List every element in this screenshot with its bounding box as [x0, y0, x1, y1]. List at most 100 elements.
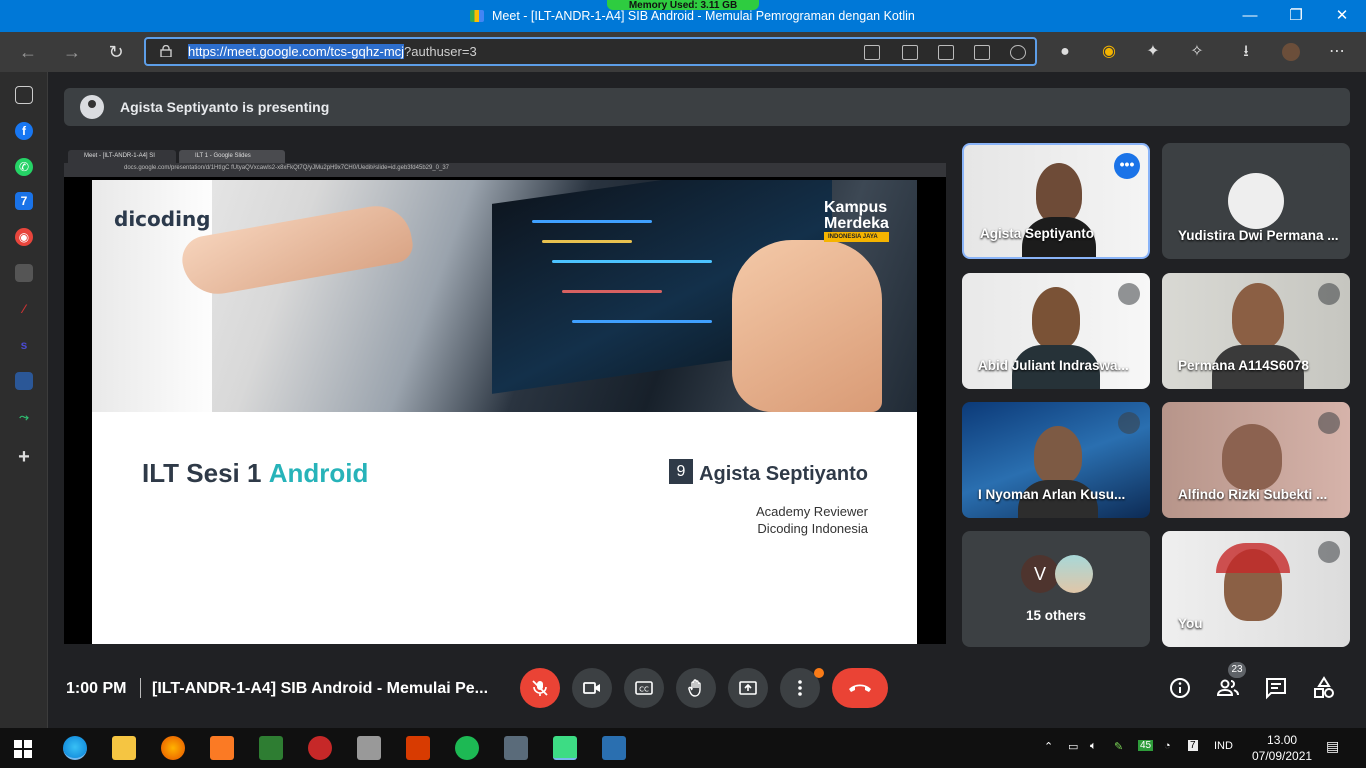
edge-icon[interactable] — [63, 736, 87, 760]
shared-address-bar: docs.google.com/presentation/d/1HtIgC fU… — [64, 163, 946, 177]
participant-tile[interactable]: Alfindo Rizki Subekti ... — [1162, 402, 1350, 518]
leave-call-button[interactable] — [832, 668, 888, 708]
file-explorer-icon[interactable] — [112, 736, 136, 760]
people-icon[interactable] — [1216, 676, 1240, 700]
record-icon[interactable]: ◉ — [15, 228, 33, 246]
app-icon[interactable] — [15, 264, 33, 282]
reload-icon[interactable]: ↻ — [104, 40, 128, 64]
paint-icon[interactable] — [308, 736, 332, 760]
raise-hand-button[interactable] — [676, 668, 716, 708]
captions-button[interactable]: CC — [624, 668, 664, 708]
mic-off-icon — [1318, 153, 1340, 175]
mic-off-icon — [1318, 412, 1340, 434]
browser-sidebar: f ✆ 7 ◉ ⁄ s ⤳ + — [0, 72, 48, 728]
shared-tab: Meet - [ILT-ANDR-1-A4] SI — [68, 150, 176, 163]
participant-video — [1034, 426, 1082, 484]
app-icon-2[interactable]: ⁄ — [15, 300, 33, 318]
cast-icon[interactable] — [902, 45, 918, 60]
meet-app-icon[interactable] — [259, 736, 283, 760]
shared-screen: Meet - [ILT-ANDR-1-A4] SI ILT 1 - Google… — [64, 148, 946, 644]
open-app-icon[interactable] — [974, 45, 990, 60]
profile-avatar[interactable] — [1282, 43, 1300, 61]
presenting-banner: Agista Septiyanto is presenting — [64, 88, 1350, 126]
hang-up-icon — [849, 684, 871, 692]
present-button[interactable] — [728, 668, 768, 708]
participant-tile[interactable]: Permana A114S6078 — [1162, 273, 1350, 389]
svg-text:CC: CC — [639, 686, 649, 694]
volume-icon[interactable]: 🔈︎ — [1090, 740, 1097, 753]
tabs-icon[interactable] — [15, 86, 33, 104]
window-title-bar: Memory Used: 3.11 GB Meet - [ILT-ANDR-1-… — [0, 0, 1366, 32]
participant-video — [1222, 424, 1282, 490]
app-icon-4[interactable] — [15, 372, 33, 390]
pen-icon[interactable]: ✎ — [1114, 740, 1123, 753]
address-bar[interactable]: https://meet.google.com/tcs-gqhz-mcj?aut… — [144, 37, 1037, 66]
hand-icon — [688, 679, 701, 697]
others-tile[interactable]: V 15 others — [962, 531, 1150, 647]
app-icon-5[interactable]: ⤳ — [15, 408, 33, 426]
android-studio-icon[interactable] — [553, 736, 577, 760]
music-player-icon[interactable] — [455, 736, 479, 760]
restore-icon[interactable]: ❐ — [1286, 6, 1306, 26]
notifications-icon[interactable]: ▤ — [1326, 738, 1339, 755]
mic-off-icon — [1118, 283, 1140, 305]
self-tile[interactable]: You — [1162, 531, 1350, 647]
others-avatar-photo — [1055, 555, 1093, 593]
tool-icon[interactable] — [504, 736, 528, 760]
keyboard-icon[interactable] — [357, 736, 381, 760]
extension-puzzle-icon[interactable]: ✦ — [1144, 43, 1162, 61]
facebook-icon[interactable]: f — [15, 122, 33, 140]
close-window-icon[interactable]: ✕ — [1332, 6, 1352, 26]
battery-icon[interactable]: ▭ — [1068, 740, 1078, 753]
add-icon[interactable]: + — [15, 447, 33, 467]
app-icon-3[interactable]: s — [15, 336, 33, 354]
calendar-icon[interactable]: 7 — [15, 192, 33, 210]
wifi-icon[interactable]: ◔ — [1164, 740, 1171, 752]
more-options-icon[interactable]: ••• — [1114, 153, 1140, 179]
participant-tile[interactable]: I Nyoman Arlan Kusu... — [962, 402, 1150, 518]
favorite-icon[interactable] — [1010, 45, 1026, 60]
xampp-icon[interactable] — [210, 736, 234, 760]
participant-tile[interactable]: Yudistira Dwi Permana ... — [1162, 143, 1350, 259]
back-icon[interactable]: ← — [16, 40, 40, 64]
tray-badge[interactable]: 45 — [1138, 740, 1154, 751]
taskbar-clock[interactable]: 13.00 07/09/2021 — [1252, 732, 1312, 764]
participant-name: Abid Juliant Indraswa... — [978, 358, 1129, 373]
info-icon[interactable] — [1168, 676, 1192, 700]
others-avatar-initial: V — [1021, 555, 1059, 593]
firefox-icon[interactable] — [161, 736, 185, 760]
calendar-tray-icon[interactable]: 7 — [1188, 740, 1198, 751]
participant-tile[interactable]: ••• Agista Septiyanto — [962, 143, 1150, 259]
camera-permission-icon[interactable] — [864, 45, 880, 60]
extension-eyes-icon[interactable]: ◉ — [1100, 43, 1118, 61]
slide: dicoding Kampus Merdeka INDONESIA JAYA ILT… — [92, 180, 917, 644]
downloads-icon[interactable]: ⭳ — [1237, 43, 1255, 61]
browser-toolbar: ← → ↻ https://meet.google.com/tcs-gqhz-m… — [0, 32, 1366, 72]
tray-chevron-icon[interactable]: ⌃ — [1044, 740, 1053, 753]
code-line — [542, 240, 632, 243]
extension-icon[interactable]: ● — [1056, 43, 1074, 61]
menu-icon[interactable]: ⋯ — [1328, 43, 1346, 61]
camera-toggle-button[interactable] — [572, 668, 612, 708]
whatsapp-icon[interactable]: ✆ — [15, 158, 33, 176]
shared-url: docs.google.com/presentation/d/1HtIgC fU… — [124, 165, 450, 171]
chat-icon[interactable] — [1264, 676, 1288, 700]
minimize-icon[interactable]: — — [1240, 6, 1260, 26]
language-indicator[interactable]: IND — [1214, 740, 1233, 752]
apps-icon[interactable] — [938, 45, 954, 60]
office-icon[interactable] — [406, 736, 430, 760]
window-title: Meet - [ILT-ANDR-1-A4] SIB Android - Mem… — [492, 9, 915, 23]
activities-icon[interactable] — [1312, 676, 1336, 700]
extensions-icon[interactable]: ✧ — [1188, 43, 1206, 61]
url-text[interactable]: https://meet.google.com/tcs-gqhz-mcj?aut… — [188, 44, 477, 59]
forward-icon[interactable]: → — [60, 40, 84, 64]
slide-badge: 9 — [669, 459, 693, 484]
participant-name: Permana A114S6078 — [1178, 358, 1309, 373]
more-vert-icon — [798, 680, 802, 696]
app-taskbar-icon[interactable] — [602, 736, 626, 760]
mic-toggle-button[interactable] — [520, 668, 560, 708]
shared-tab: ILT 1 - Google Slides — [179, 150, 285, 163]
participant-tile[interactable]: Abid Juliant Indraswa... — [962, 273, 1150, 389]
headphones-image — [1216, 543, 1290, 573]
windows-start-icon[interactable] — [14, 740, 32, 758]
